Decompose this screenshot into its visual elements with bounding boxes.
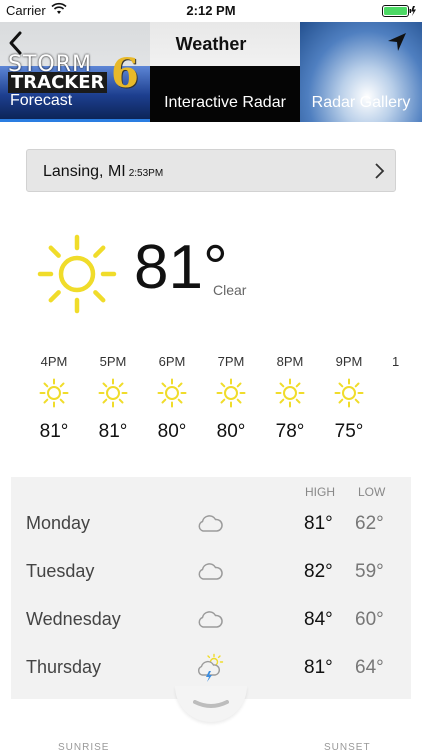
hourly-item: 8PM 78° (260, 354, 320, 443)
location-arrow-icon[interactable] (386, 31, 408, 53)
hourly-forecast[interactable]: 4PM 81° 5PM 81° 6PM 80° 7PM 80° 8PM 78° … (0, 354, 422, 454)
location-city: Lansing, MI (43, 163, 126, 180)
hour-temp: 80° (216, 421, 246, 442)
current-condition: Clear (213, 282, 247, 298)
hour-time: 8PM (276, 354, 304, 369)
sun-icon (275, 378, 305, 408)
battery-icon (382, 5, 416, 17)
forecast-low: 59° (355, 561, 384, 582)
location-updated-time: 2:53PM (128, 168, 164, 179)
tab-interactive-radar[interactable]: Interactive Radar (150, 66, 300, 122)
sun-icon (39, 378, 69, 408)
hour-temp: 80° (157, 421, 187, 442)
sun-icon (157, 378, 187, 408)
forecast-low: 60° (355, 609, 384, 630)
tab-radar-label: Interactive Radar (164, 94, 286, 111)
hour-time: 1 (392, 354, 400, 369)
daily-forecast-panel: HIGH LOW Monday 81° 62° Tuesday 82° 59° … (11, 477, 411, 699)
hourly-item: 7PM 80° (201, 354, 261, 443)
hour-temp: 81° (39, 421, 69, 442)
sun-icon (216, 378, 246, 408)
forecast-day-row[interactable]: Tuesday 82° 59° (11, 547, 411, 595)
chevron-down-icon (193, 700, 229, 708)
forecast-low: 64° (355, 657, 384, 678)
hourly-item: 1 (378, 354, 422, 369)
hourly-item: 6PM 80° (142, 354, 202, 443)
forecast-day: Wednesday (26, 609, 121, 629)
hour-time: 7PM (217, 354, 245, 369)
cloud-icon (198, 515, 223, 532)
tab-radar-gallery[interactable]: Radar Gallery (300, 66, 422, 122)
high-column-header: HIGH (305, 485, 335, 499)
hourly-item: 4PM 81° (24, 354, 84, 443)
forecast-day-row[interactable]: Thursday 81° 64° (11, 643, 411, 691)
thunderstorm-icon (198, 653, 224, 682)
hourly-item: 9PM 75° (319, 354, 379, 443)
sunset-label: SUNSET (324, 742, 371, 750)
cloud-icon (198, 611, 223, 628)
forecast-low: 62° (355, 513, 384, 534)
expand-forecast-button[interactable] (175, 686, 247, 722)
forecast-day: Thursday (26, 657, 102, 677)
tab-gallery-label: Radar Gallery (311, 94, 411, 111)
forecast-day: Tuesday (26, 561, 95, 581)
hour-time: 6PM (158, 354, 186, 369)
hour-temp: 78° (275, 421, 305, 442)
hour-temp: 81° (98, 421, 128, 442)
status-bar: Carrier 2:12 PM (0, 0, 422, 22)
forecast-high: 82° (304, 561, 333, 582)
forecast-day-row[interactable]: Wednesday 84° 60° (11, 595, 411, 643)
hour-time: 9PM (335, 354, 363, 369)
chevron-right-icon (375, 163, 385, 179)
hour-temp: 75° (334, 421, 364, 442)
sun-icon (37, 234, 117, 314)
forecast-day: Monday (26, 513, 91, 533)
cloud-icon (198, 563, 223, 580)
logo-number: 6 (111, 50, 139, 97)
low-column-header: LOW (358, 485, 386, 499)
forecast-high: 81° (304, 657, 333, 678)
forecast-day-row[interactable]: Monday 81° 62° (11, 499, 411, 547)
location-selector[interactable]: Lansing, MI 2:53PM (26, 149, 396, 192)
hourly-item: 5PM 81° (83, 354, 143, 443)
hour-time: 4PM (40, 354, 68, 369)
tab-bar: STORM TRACKER 6 Forecast Interactive Rad… (0, 50, 422, 122)
tab-forecast-label: Forecast (10, 92, 73, 109)
forecast-high: 84° (304, 609, 333, 630)
status-time: 2:12 PM (186, 3, 236, 18)
forecast-high: 81° (304, 513, 333, 534)
sun-icon (334, 378, 364, 408)
sunrise-label: SUNRISE (58, 742, 110, 750)
hour-time: 5PM (99, 354, 127, 369)
sun-icon (98, 378, 128, 408)
logo-line2: TRACKER (8, 72, 108, 93)
tab-forecast[interactable]: STORM TRACKER 6 Forecast (0, 50, 150, 122)
